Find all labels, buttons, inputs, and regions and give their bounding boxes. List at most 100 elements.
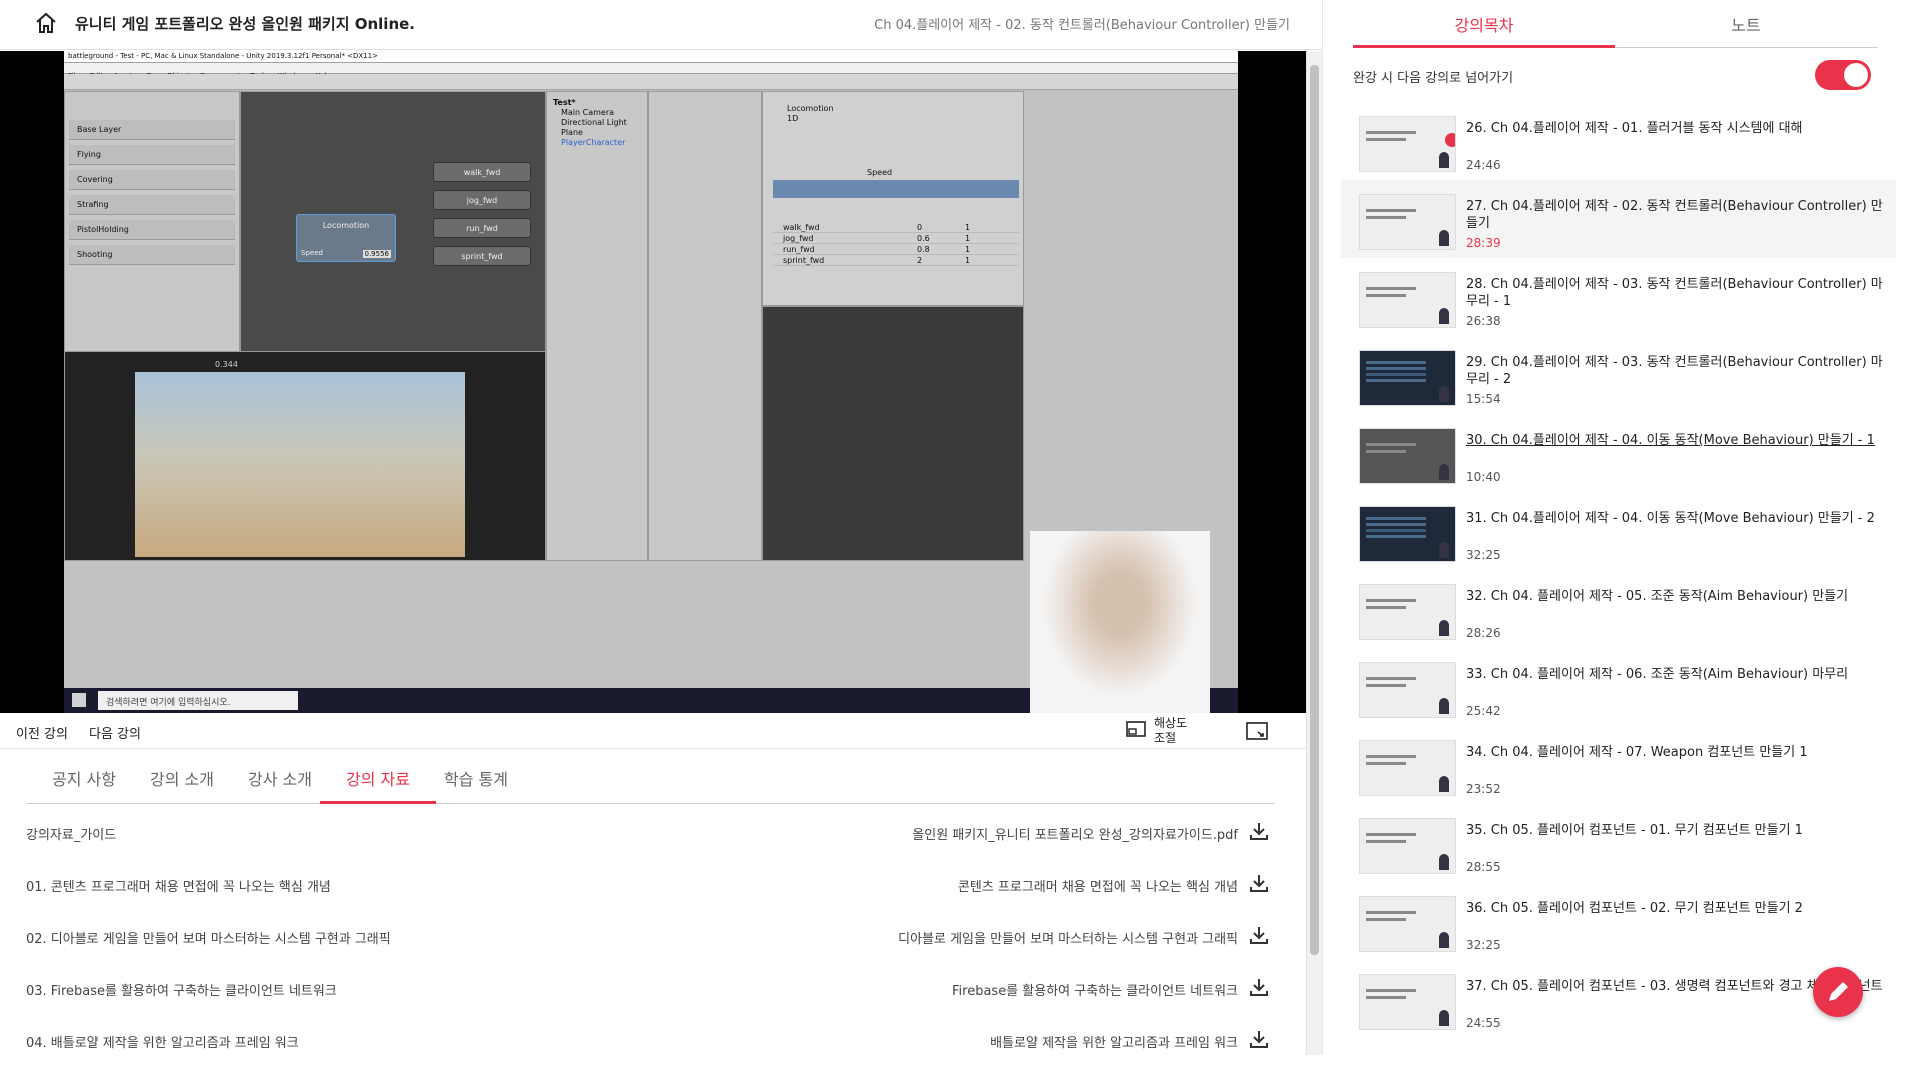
taskbar-search: 검색하려면 여기에 입력하십시오. [98, 691, 298, 710]
download-icon[interactable] [1248, 872, 1270, 894]
tab-stats[interactable]: 학습 통계 [418, 766, 534, 804]
thumb-text-line [1366, 294, 1406, 297]
threshold-graph [773, 180, 1019, 198]
material-file-link[interactable]: 올인원 패키지_유니티 포트폴리오 완성_강의자료가이드.pdf [912, 824, 1238, 843]
motion-name: walk_fwd [783, 223, 820, 232]
thumb-text-line [1366, 762, 1406, 765]
material-row: 강의자료_가이드 올인원 패키지_유니티 포트폴리오 완성_강의자료가이드.pdf [26, 810, 1274, 862]
motion-speed: 1 [965, 234, 971, 243]
sidebar-tabs: 강의목차 노트 [1353, 0, 1878, 48]
lecture-duration: 26:38 [1466, 314, 1501, 328]
prev-lecture-button[interactable]: 이전 강의 [16, 723, 68, 742]
lecture-item[interactable]: 31. Ch 04.플레이어 제작 - 04. 이동 동작(Move Behav… [1341, 492, 1896, 570]
resolution-button[interactable]: 해상도 조절 [1126, 716, 1187, 746]
lecture-duration: 32:25 [1466, 938, 1501, 952]
lecture-item[interactable]: 28. Ch 04.플레이어 제작 - 03. 동작 컨트롤러(Behaviou… [1341, 258, 1896, 336]
thumb-text-line [1366, 138, 1406, 141]
resolution-label: 해상도 조절 [1154, 716, 1188, 745]
download-icon[interactable] [1248, 1028, 1270, 1050]
unity-window-title: battleground - Test - PC, Mac & Linux St… [68, 52, 378, 60]
download-icon[interactable] [1248, 820, 1270, 842]
material-file-link[interactable]: Firebase를 활용하여 구축하는 클라이언트 네트워크 [952, 980, 1238, 999]
lecture-item[interactable]: 29. Ch 04.플레이어 제작 - 03. 동작 컨트롤러(Behaviou… [1341, 336, 1896, 414]
inspector-panel: Locomotion 1D Speed walk_fwd 0 1 jog_fwd 0.6… [762, 91, 1024, 306]
thumb-text-line [1366, 996, 1406, 999]
video-player[interactable]: battleground - Test - PC, Mac & Linux St… [0, 51, 1306, 713]
fullscreen-icon[interactable] [1246, 722, 1268, 744]
thumb-text-line [1366, 677, 1416, 680]
player-controls: 이전 강의 다음 강의 해상도 조절 [0, 713, 1306, 749]
motion-speed: 1 [965, 223, 971, 232]
lecture-duration: 28:55 [1466, 860, 1501, 874]
motion-row: sprint_fwd 2 1 [773, 255, 1019, 266]
lecture-thumbnail [1359, 818, 1456, 874]
thumb-instructor [1439, 854, 1449, 870]
toggle-knob [1844, 63, 1868, 87]
material-file-link[interactable]: 콘텐츠 프로그래머 채용 면접에 꼭 나오는 핵심 개념 [958, 876, 1238, 895]
tab-notes[interactable]: 노트 [1615, 12, 1877, 48]
lecture-duration: 10:40 [1466, 470, 1501, 484]
lecture-item[interactable]: 33. Ch 04. 플레이어 제작 - 06. 조준 동작(Aim Behav… [1341, 648, 1896, 726]
blend-type: 1D [787, 114, 799, 123]
lecture-thumbnail [1359, 740, 1456, 796]
lecture-title: 26. Ch 04.플레이어 제작 - 01. 플러거블 동작 시스템에 대해 [1466, 121, 1803, 136]
animator-layer-row: PistolHolding [69, 220, 235, 240]
material-row: 01. 콘텐츠 프로그래머 채용 면접에 꼭 나오는 핵심 개념 콘텐츠 프로그래… [26, 862, 1274, 914]
hierarchy-item: Plane [561, 128, 583, 137]
lecture-item[interactable]: 32. Ch 04. 플레이어 제작 - 05. 조준 동작(Aim Behav… [1341, 570, 1896, 648]
material-file-link[interactable]: 배틀로얄 제작을 위한 알고리즘과 프레임 워크 [990, 1032, 1238, 1051]
thumb-text-line [1366, 606, 1406, 609]
animator-layers-panel: Base Layer Flying Covering Strafing PistolHo… [64, 91, 240, 391]
home-icon[interactable] [34, 11, 58, 35]
thumb-instructor [1439, 542, 1449, 558]
lecture-thumbnail [1359, 896, 1456, 952]
lecture-item[interactable]: 34. Ch 04. 플레이어 제작 - 07. Weapon 컴포넌트 만들기… [1341, 726, 1896, 804]
lecture-title: 31. Ch 04.플레이어 제작 - 04. 이동 동작(Move Behav… [1466, 511, 1875, 526]
download-icon[interactable] [1248, 924, 1270, 946]
thumb-text-line [1366, 287, 1416, 290]
tab-curriculum[interactable]: 강의목차 [1353, 12, 1615, 48]
thumb-text-line [1366, 443, 1416, 446]
top-bar: 유니티 게임 포트폴리오 완성 올인원 패키지 Online. Ch 04.플레… [0, 0, 1322, 50]
lecture-thumbnail [1359, 272, 1456, 328]
unity-menu: FileEditAssetsGameObjectComponentToolsWi… [64, 63, 1238, 80]
lecture-duration: 25:42 [1466, 704, 1501, 718]
lecture-thumbnail [1359, 428, 1456, 484]
thumb-text-line [1366, 833, 1416, 836]
lecture-item[interactable]: 26. Ch 04.플레이어 제작 - 01. 플러거블 동작 시스템에 대해 2… [1341, 102, 1896, 180]
lecture-item[interactable]: 36. Ch 05. 플레이어 컴포넌트 - 02. 무기 컴포넌트 만들기 2… [1341, 882, 1896, 960]
lecture-title: 30. Ch 04.플레이어 제작 - 04. 이동 동작(Move Behav… [1466, 433, 1875, 448]
main-scroll-thumb[interactable] [1310, 65, 1319, 955]
autoplay-label: 완강 시 다음 강의로 넘어가기 [1353, 71, 1514, 86]
lecture-item[interactable]: 30. Ch 04.플레이어 제작 - 04. 이동 동작(Move Behav… [1341, 414, 1896, 492]
thumb-text-line [1366, 918, 1406, 921]
material-row: 03. Firebase를 활용하여 구축하는 클라이언트 네트워크 Fireba… [26, 966, 1274, 1018]
motion-threshold: 0.6 [917, 234, 930, 243]
motion-threshold: 0.8 [917, 245, 930, 254]
course-title: 유니티 게임 포트폴리오 완성 올인원 패키지 Online. [75, 15, 415, 33]
game-scale: 0.344 [215, 360, 238, 369]
thumb-text-line [1366, 131, 1416, 134]
download-icon[interactable] [1248, 976, 1270, 998]
motion-name: jog_fwd [783, 234, 814, 243]
motion-threshold: 2 [917, 256, 923, 265]
note-write-button[interactable] [1813, 967, 1863, 1017]
thumb-text-line [1366, 684, 1406, 687]
lecture-thumbnail [1359, 974, 1456, 1030]
material-file-link[interactable]: 디아블로 게임을 만들어 보며 마스터하는 시스템 구현과 그래픽 [898, 928, 1238, 947]
motion-name: sprint_fwd [783, 256, 825, 265]
thumb-text-line [1366, 911, 1416, 914]
thumb-instructor [1439, 152, 1449, 168]
autoplay-toggle[interactable] [1815, 60, 1871, 90]
thumb-instructor [1439, 308, 1449, 324]
next-lecture-button[interactable]: 다음 강의 [89, 723, 141, 742]
speed-value: 0.9556 [362, 250, 391, 258]
windows-start-icon [72, 693, 86, 707]
lecture-item[interactable]: 27. Ch 04.플레이어 제작 - 02. 동작 컨트롤러(Behaviou… [1341, 180, 1896, 258]
main-scrollbar[interactable] [1306, 51, 1322, 1055]
material-title: 02. 디아블로 게임을 만들어 보며 마스터하는 시스템 구현과 그래픽 [26, 932, 391, 947]
lecture-title: 32. Ch 04. 플레이어 제작 - 05. 조준 동작(Aim Behav… [1466, 589, 1849, 604]
blend-tree-node: Locomotion Speed 0.9556 [296, 214, 396, 262]
lecture-item[interactable]: 35. Ch 05. 플레이어 컴포넌트 - 01. 무기 컴포넌트 만들기 1… [1341, 804, 1896, 882]
thumb-instructor [1439, 620, 1449, 636]
